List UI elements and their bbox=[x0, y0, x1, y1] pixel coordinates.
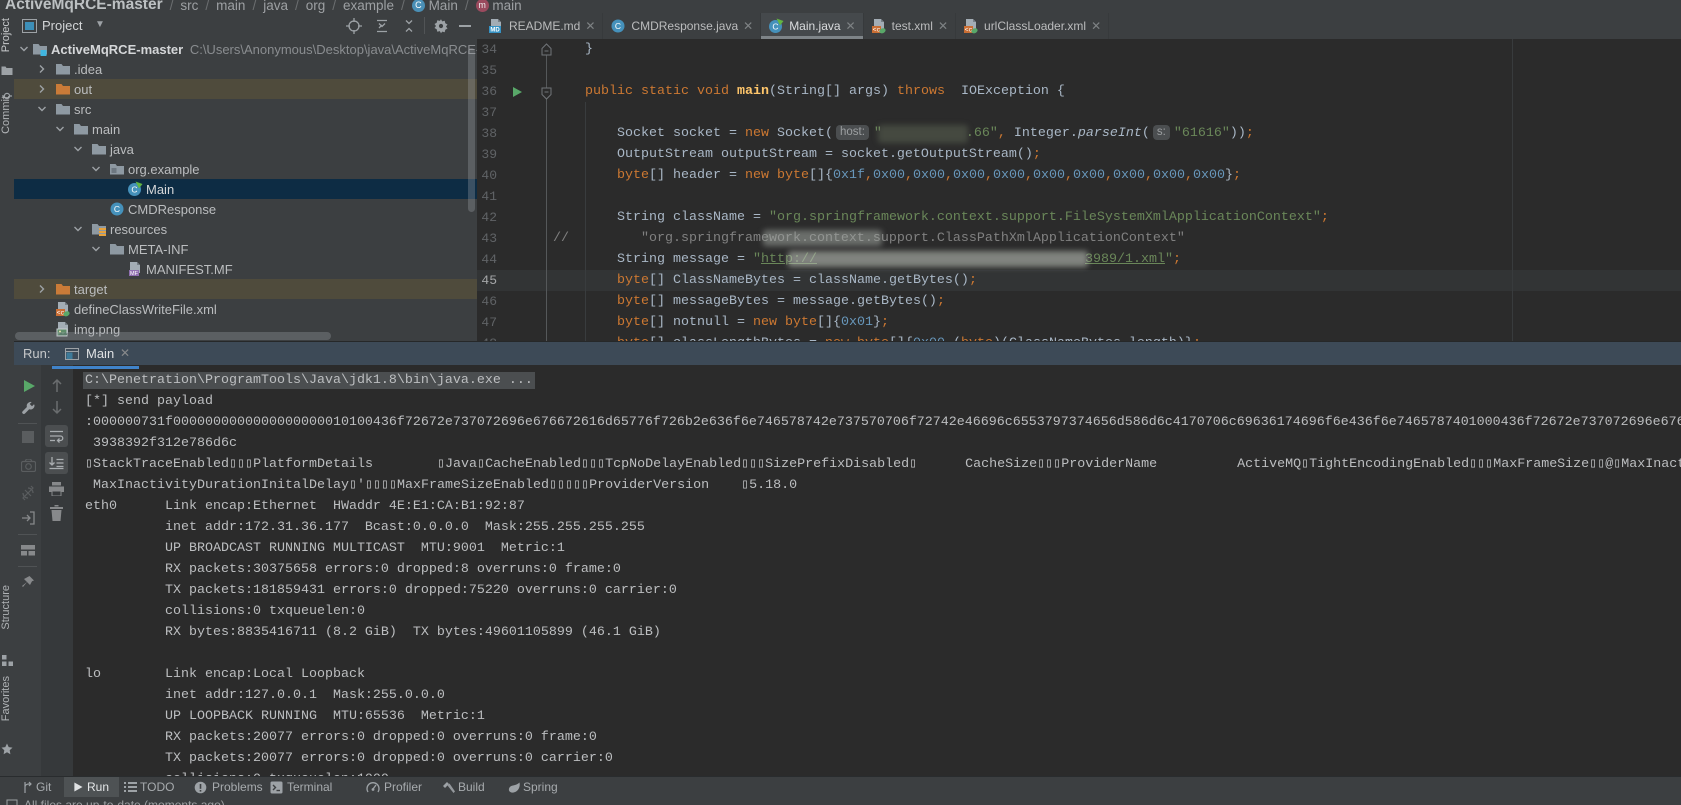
svg-text:MF: MF bbox=[130, 271, 139, 277]
svg-text:C: C bbox=[114, 204, 120, 214]
svg-text:<c: <c bbox=[57, 310, 65, 317]
svg-text:C: C bbox=[615, 21, 621, 31]
svg-text:<c: <c bbox=[965, 27, 973, 34]
svg-text:<c: <c bbox=[872, 27, 880, 34]
svg-text:C: C bbox=[131, 185, 137, 195]
svg-text:MD: MD bbox=[490, 28, 500, 34]
svg-text:C: C bbox=[773, 22, 779, 32]
